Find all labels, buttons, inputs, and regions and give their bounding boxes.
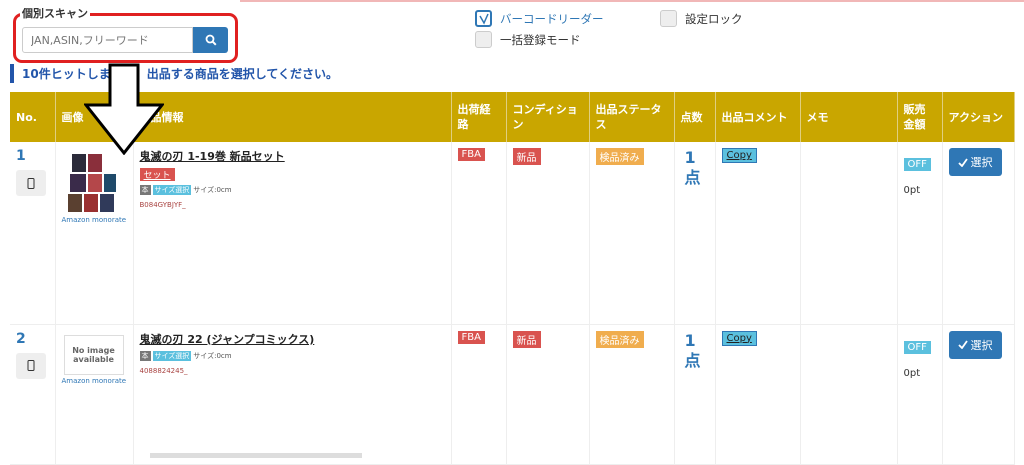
size-text: サイズ:0cm bbox=[193, 186, 232, 194]
hit-message-text: 10件ヒットしました。出品する商品を選択してください。 bbox=[22, 67, 338, 81]
barcode-reader-checkbox[interactable]: バーコードリーダー bbox=[475, 10, 604, 27]
mobile-button[interactable] bbox=[16, 170, 46, 196]
product-meta: 本 サイズ選択 サイズ:0cm bbox=[139, 185, 445, 195]
search-icon bbox=[205, 34, 217, 46]
size-text: サイズ:0cm bbox=[193, 351, 232, 360]
copy-button[interactable]: Copy bbox=[721, 330, 757, 346]
table-row: 2 No image available Amazon monorate 鬼滅の… bbox=[10, 324, 1015, 465]
condition-badge: 新品 bbox=[512, 148, 541, 165]
header-status: 出品ステータス bbox=[589, 92, 675, 142]
price-off-toggle[interactable]: OFF bbox=[903, 340, 931, 354]
select-button[interactable]: 選択 bbox=[948, 330, 1002, 359]
header-condition: コンディション bbox=[506, 92, 590, 142]
header-memo: メモ bbox=[800, 92, 898, 142]
mobile-button[interactable] bbox=[16, 352, 46, 379]
check-icon bbox=[475, 10, 492, 27]
row-number: 2 bbox=[16, 330, 26, 347]
select-button-label: 選択 bbox=[970, 338, 993, 352]
scan-input[interactable] bbox=[22, 27, 193, 53]
down-arrow-icon bbox=[84, 63, 164, 155]
header-no: No. bbox=[10, 92, 56, 142]
table-row: 1 Amazon monorate 鬼滅の刃 1-19巻 新品セット セット 本… bbox=[10, 142, 1015, 325]
bulk-register-checkbox[interactable]: 一括登録モード bbox=[475, 31, 581, 48]
qty-unit: 点 bbox=[684, 168, 701, 187]
mobile-icon bbox=[27, 177, 35, 189]
status-badge: 検品済み bbox=[595, 148, 644, 165]
select-button-label: 選択 bbox=[970, 156, 993, 169]
qty-unit: 点 bbox=[684, 350, 701, 370]
product-title[interactable]: 鬼滅の刃 22 (ジャンプコミックス) bbox=[140, 331, 445, 347]
no-image-text-2: available bbox=[73, 354, 114, 364]
header-qty: 点数 bbox=[674, 92, 716, 142]
row-number: 1 bbox=[16, 148, 26, 164]
checkbox-box bbox=[475, 31, 492, 48]
asin-text: B084GYBJYF_ bbox=[139, 201, 186, 209]
qty-number: 1 bbox=[684, 148, 696, 167]
copy-button[interactable]: Copy bbox=[721, 148, 757, 163]
top-divider bbox=[240, 0, 1024, 2]
product-meta: 本 サイズ選択 サイズ:0cm bbox=[139, 350, 445, 361]
settings-lock-checkbox[interactable]: 設定ロック bbox=[660, 10, 743, 27]
status-badge: 検品済み bbox=[595, 330, 644, 348]
product-thumbnail[interactable] bbox=[64, 152, 124, 214]
bulk-register-label: 一括登録モード bbox=[500, 32, 581, 47]
check-icon bbox=[957, 340, 968, 349]
route-badge: FBA bbox=[457, 148, 485, 161]
asin-text: 4088824245_ bbox=[139, 366, 188, 375]
memo-cell[interactable] bbox=[800, 324, 898, 465]
check-icon bbox=[957, 157, 968, 167]
hit-message-bar bbox=[10, 64, 14, 83]
amazon-monorate-link[interactable]: Amazon monorate bbox=[62, 377, 127, 385]
book-badge: 本 bbox=[139, 350, 151, 361]
condition-badge: 新品 bbox=[512, 330, 541, 348]
search-button[interactable] bbox=[193, 27, 228, 53]
no-image-text-1: No image bbox=[72, 345, 115, 355]
amazon-monorate-link[interactable]: Amazon monorate bbox=[62, 216, 127, 224]
horizontal-scrollbar[interactable] bbox=[150, 453, 362, 458]
barcode-reader-label: バーコードリーダー bbox=[500, 11, 604, 26]
header-product-info: 商品情報 bbox=[133, 92, 452, 142]
header-action: アクション bbox=[942, 92, 1015, 142]
points-text: 0pt bbox=[903, 367, 921, 379]
settings-lock-label: 設定ロック bbox=[685, 11, 743, 26]
memo-cell[interactable] bbox=[800, 142, 898, 325]
qty-number: 1 bbox=[684, 330, 696, 350]
book-badge: 本 bbox=[139, 185, 151, 195]
checkbox-box bbox=[660, 10, 677, 27]
points-text: 0pt bbox=[903, 185, 921, 196]
product-title[interactable]: 鬼滅の刃 1-19巻 新品セット bbox=[140, 148, 445, 164]
scan-label: 個別スキャン bbox=[20, 8, 90, 20]
size-select-badge[interactable]: サイズ選択 bbox=[152, 350, 192, 361]
mobile-icon bbox=[27, 360, 35, 371]
price-off-toggle[interactable]: OFF bbox=[903, 158, 931, 171]
set-tag: セット bbox=[139, 168, 175, 181]
hit-message: 10件ヒットしました。出品する商品を選択してください。 bbox=[10, 64, 338, 83]
header-comment: 出品コメント bbox=[715, 92, 801, 142]
size-select-badge[interactable]: サイズ選択 bbox=[152, 185, 192, 195]
header-route: 出荷経路 bbox=[451, 92, 507, 142]
header-price: 販売金額 bbox=[897, 92, 943, 142]
route-badge: FBA bbox=[457, 330, 485, 344]
no-image-placeholder: No image available bbox=[63, 334, 124, 375]
select-button[interactable]: 選択 bbox=[948, 148, 1002, 176]
